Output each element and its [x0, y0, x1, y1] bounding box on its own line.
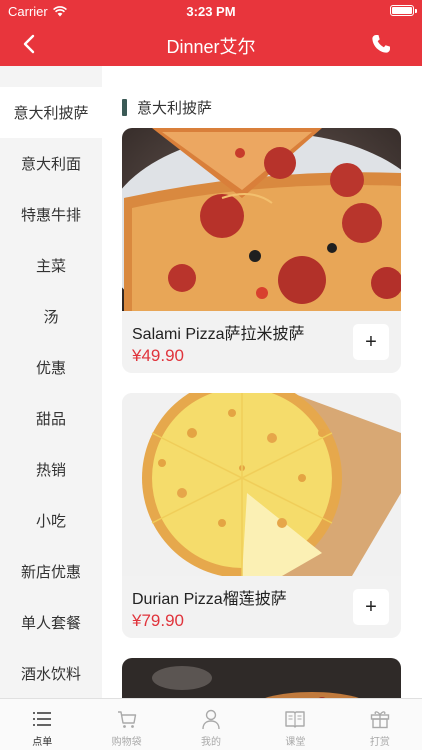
category-snacks[interactable]: 小吃: [0, 495, 102, 546]
product-card[interactable]: [122, 658, 401, 698]
product-list: 意大利披萨 Salami Pizza萨拉米披萨 ¥49.90 + Durian …: [102, 66, 422, 698]
category-hot-sales[interactable]: 热销: [0, 444, 102, 495]
salami-pizza-image: [122, 128, 401, 311]
plus-icon: +: [365, 595, 377, 618]
category-drinks[interactable]: 酒水饮料: [0, 648, 102, 698]
status-bar: Carrier 3:23 PM: [0, 0, 422, 22]
add-to-cart-button[interactable]: +: [353, 324, 389, 360]
battery-icon: [390, 5, 417, 16]
tab-cart[interactable]: 购物袋: [84, 699, 168, 750]
category-dessert[interactable]: 甜品: [0, 393, 102, 444]
tab-label: 点单: [32, 737, 53, 748]
phone-button[interactable]: [370, 33, 392, 55]
tab-label: 打赏: [369, 737, 390, 748]
tab-label: 我的: [201, 737, 222, 748]
tab-bar: 点单 购物袋 我的 课堂 打赏: [0, 698, 422, 750]
tab-order[interactable]: 点单: [0, 699, 84, 750]
product-price: ¥79.90: [132, 611, 184, 630]
category-new-store-offers[interactable]: 新店优惠: [0, 546, 102, 597]
cart-icon: [117, 711, 136, 728]
section-title: 意大利披萨: [137, 100, 213, 117]
category-italian-pasta[interactable]: 意大利面: [0, 138, 102, 189]
category-sidebar: 意大利披萨 意大利面 特惠牛排 主菜 汤 优惠 甜品 热销 小吃 新店优惠 单人…: [0, 66, 102, 698]
product-price: ¥49.90: [132, 346, 184, 365]
page-title: Dinner艾尔: [166, 37, 256, 57]
category-steak-deals[interactable]: 特惠牛排: [0, 189, 102, 240]
navigation-bar: Dinner艾尔: [0, 22, 422, 66]
tab-reward[interactable]: 打赏: [338, 699, 422, 750]
product-card[interactable]: Durian Pizza榴莲披萨 ¥79.90 +: [122, 393, 401, 638]
tab-classroom[interactable]: 课堂: [253, 699, 337, 750]
tab-label: 购物袋: [111, 737, 142, 748]
list-icon: [33, 712, 52, 726]
category-discounts[interactable]: 优惠: [0, 342, 102, 393]
book-icon: [285, 711, 306, 728]
category-italian-pizza[interactable]: 意大利披萨: [0, 87, 102, 138]
product-name: Durian Pizza榴莲披萨: [132, 591, 287, 608]
add-to-cart-button[interactable]: +: [353, 589, 389, 625]
product-name: Salami Pizza萨拉米披萨: [132, 326, 305, 343]
plus-icon: +: [365, 330, 377, 353]
gift-icon: [370, 711, 390, 729]
durian-pizza-image: [122, 393, 401, 576]
status-time: 3:23 PM: [186, 4, 236, 19]
category-main-course[interactable]: 主菜: [0, 240, 102, 291]
tab-label: 课堂: [285, 737, 306, 748]
category-single-meal[interactable]: 单人套餐: [0, 597, 102, 648]
person-icon: [202, 709, 220, 730]
section-header: 意大利披萨: [122, 97, 212, 118]
category-soup[interactable]: 汤: [0, 291, 102, 342]
tab-profile[interactable]: 我的: [169, 699, 253, 750]
section-marker: [122, 99, 127, 116]
product-card[interactable]: Salami Pizza萨拉米披萨 ¥49.90 +: [122, 128, 401, 373]
pizza-image: [122, 658, 401, 698]
